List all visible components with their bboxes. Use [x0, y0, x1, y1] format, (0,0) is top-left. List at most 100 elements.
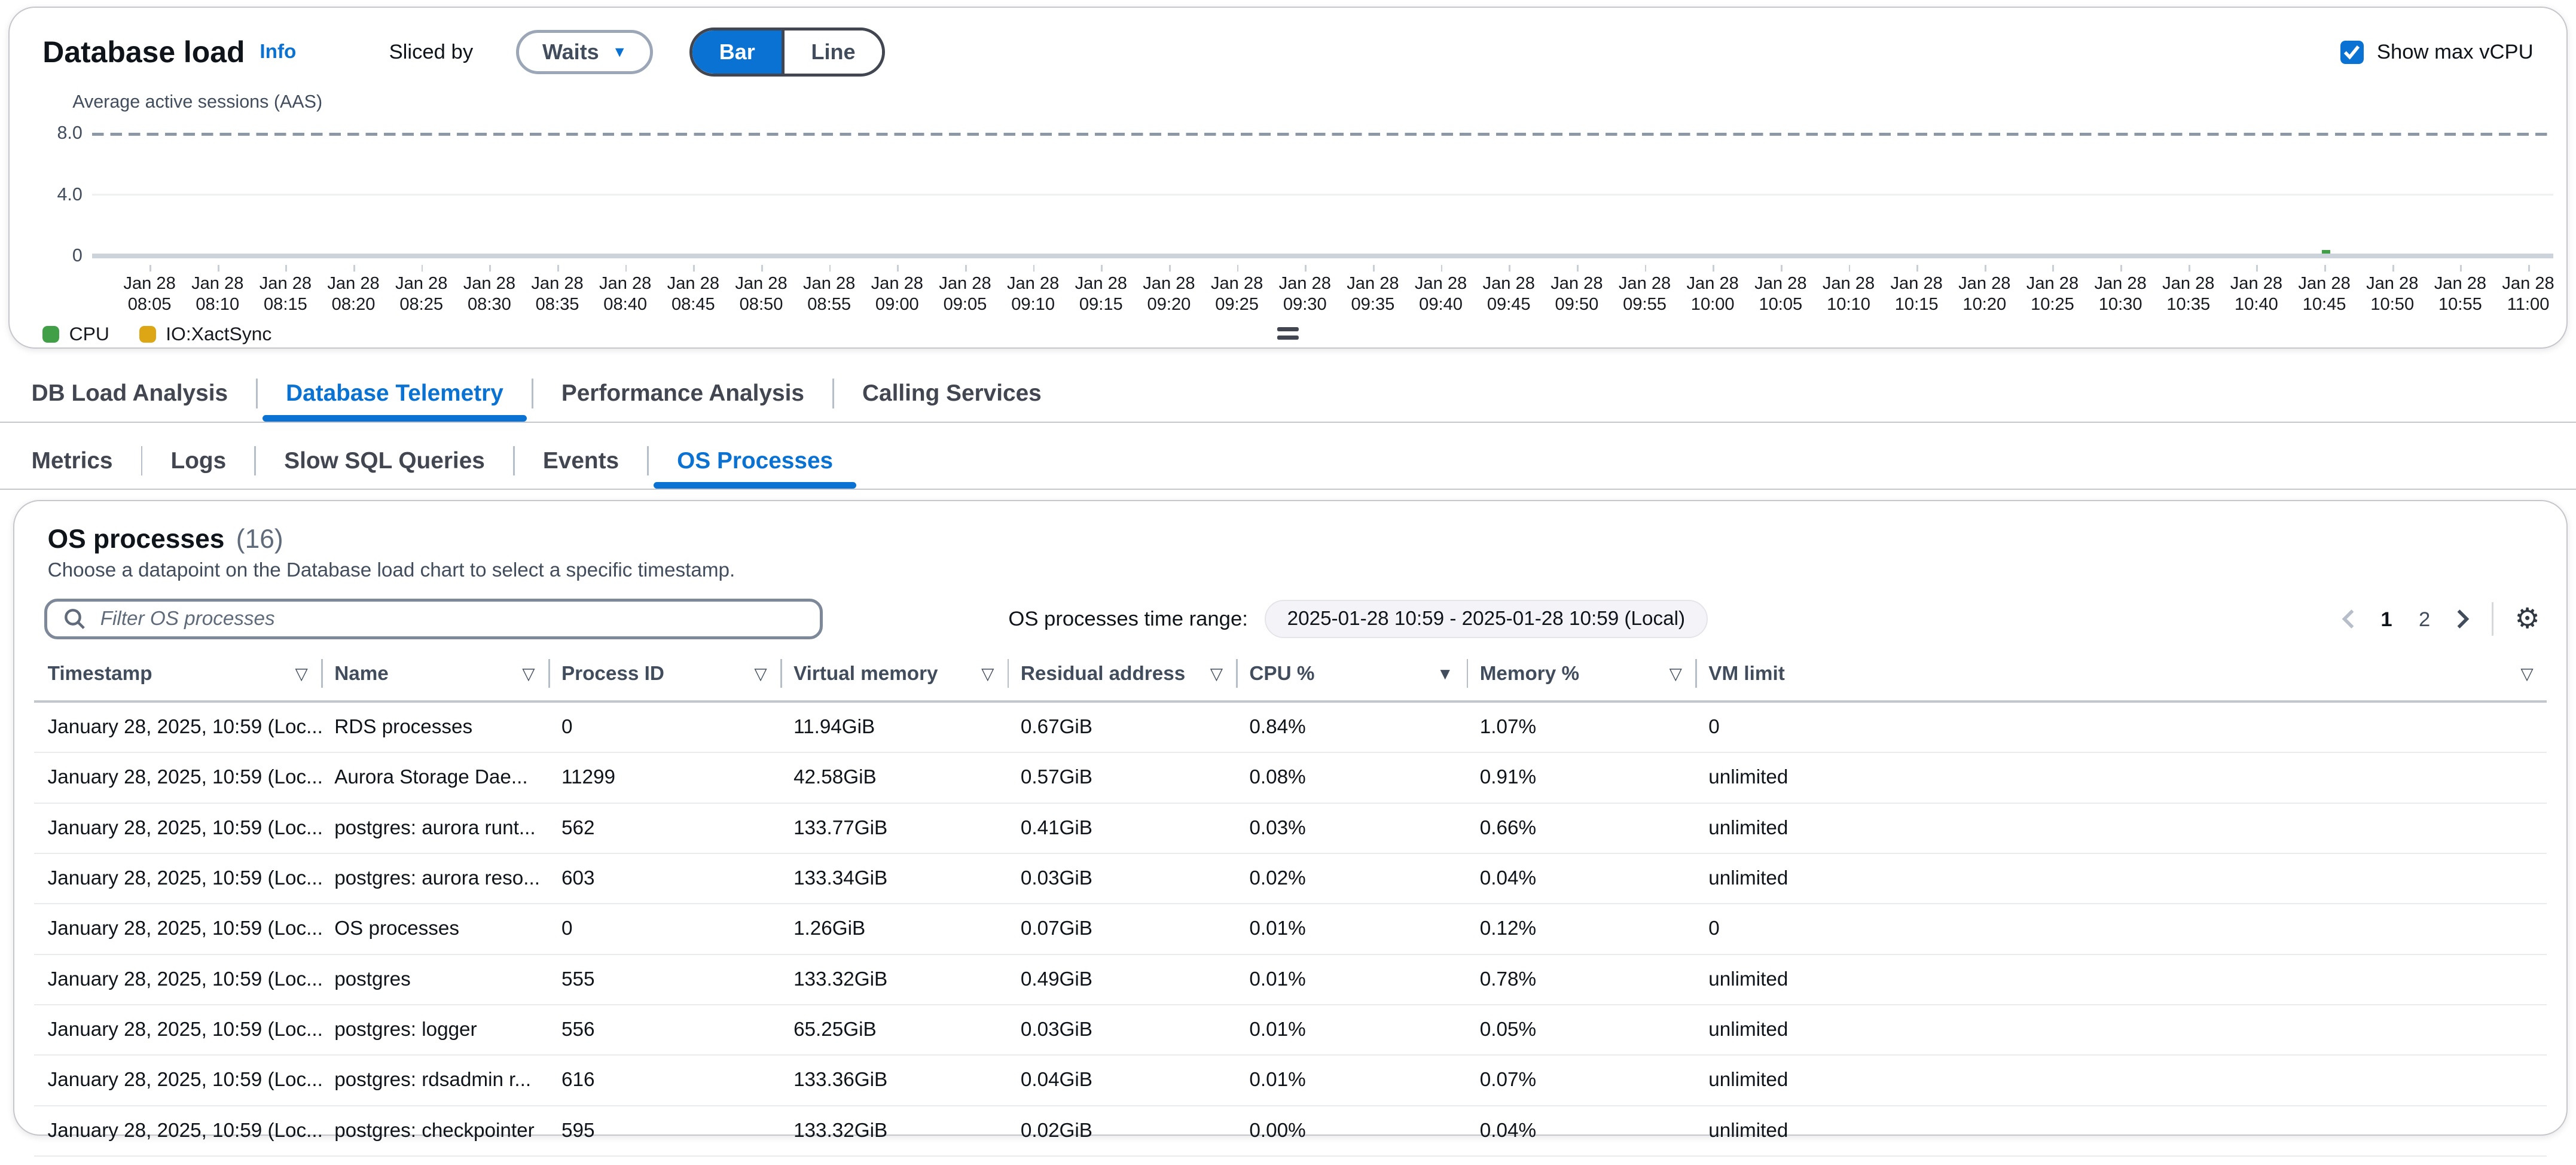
table-cell: 11.94GiB	[780, 702, 1008, 752]
table-row[interactable]: January 28, 2025, 10:59 (Loc...postgres:…	[34, 1106, 2546, 1156]
table-cell: 0.01GiB	[1008, 1156, 1237, 1164]
y-tick-8: 8.0	[10, 123, 83, 144]
table-cell: postgres: backgroun...	[321, 1156, 548, 1164]
table-row[interactable]: January 28, 2025, 10:59 (Loc...postgres5…	[34, 954, 2546, 1005]
resize-handle[interactable]	[1271, 324, 1305, 343]
table-row[interactable]: January 28, 2025, 10:59 (Loc...OS proces…	[34, 904, 2546, 954]
max-vcpu-dashed-line	[92, 133, 2553, 136]
table-cell: 0.05%	[1467, 1005, 1696, 1055]
table-cell: 0.67GiB	[1008, 702, 1237, 752]
table-row[interactable]: January 28, 2025, 10:59 (Loc...RDS proce…	[34, 702, 2546, 752]
subtab-slow-sql-queries[interactable]: Slow SQL Queries	[256, 433, 513, 489]
table-cell: 595	[548, 1106, 780, 1156]
table-cell: 133.32GiB	[780, 1106, 1008, 1156]
show-max-vcpu-label: Show max vCPU	[2377, 41, 2534, 64]
table-cell: Aurora Storage Dae...	[321, 752, 548, 803]
x-tick-label: Jan 2810:55	[2427, 265, 2495, 315]
table-cell: unlimited	[1695, 1005, 2547, 1055]
table-row[interactable]: January 28, 2025, 10:59 (Loc...postgres:…	[34, 803, 2546, 853]
column-filter-icon[interactable]: ▽	[981, 664, 994, 684]
gridline-4	[92, 194, 2553, 196]
column-header-name[interactable]: Name▽	[321, 658, 548, 702]
table-cell: 0.91%	[1467, 752, 1696, 803]
subtab-os-processes[interactable]: OS Processes	[649, 433, 861, 489]
column-header-residual-address[interactable]: Residual address▽	[1008, 658, 1237, 702]
next-page-button[interactable]	[2443, 605, 2482, 633]
column-filter-icon[interactable]: ▽	[2520, 664, 2533, 684]
chart-header: Database load Info Sliced by Waits ▼ Bar…	[10, 8, 2566, 77]
table-cell: unlimited	[1695, 803, 2547, 853]
table-cell: 0.00%	[1236, 1106, 1466, 1156]
page-numbers: 12	[2367, 603, 2443, 635]
time-range-label: OS processes time range:	[1008, 608, 1247, 631]
page-button-1[interactable]: 1	[2367, 605, 2406, 635]
previous-page-button[interactable]	[2329, 605, 2367, 633]
table-cell: 0.04%	[1467, 853, 1696, 904]
telemetry-panel: MetricsLogsSlow SQL QueriesEventsOS Proc…	[0, 433, 2576, 490]
x-tick-label: Jan 2810:20	[1951, 265, 2019, 315]
table-cell: postgres: aurora reso...	[321, 853, 548, 904]
table-row[interactable]: January 28, 2025, 10:59 (Loc...postgres:…	[34, 1055, 2546, 1105]
sliced-by-dropdown[interactable]: Waits ▼	[516, 30, 653, 74]
subtab-events[interactable]: Events	[515, 433, 647, 489]
table-cell: January 28, 2025, 10:59 (Loc...	[34, 1005, 321, 1055]
bar-toggle-button[interactable]: Bar	[692, 31, 782, 74]
column-header-virtual-memory[interactable]: Virtual memory▽	[780, 658, 1008, 702]
filter-input-box[interactable]	[44, 599, 823, 639]
column-header-process-id[interactable]: Process ID▽	[548, 658, 780, 702]
tab-performance-analysis[interactable]: Performance Analysis	[533, 365, 832, 422]
table-row[interactable]: January 28, 2025, 10:59 (Loc...postgres:…	[34, 1156, 2546, 1164]
table-cell: January 28, 2025, 10:59 (Loc...	[34, 954, 321, 1005]
legend-item[interactable]: CPU	[42, 323, 109, 345]
table-cell: 603	[548, 853, 780, 904]
x-tick-label: Jan 2809:45	[1475, 265, 1543, 315]
info-link[interactable]: Info	[260, 41, 296, 63]
cpu-data-bar[interactable]	[2322, 250, 2330, 254]
checkbox-checked-icon[interactable]	[2340, 41, 2364, 64]
y-axis-title: Average active sessions (AAS)	[72, 92, 2566, 112]
table-cell: 0.12%	[1467, 904, 1696, 954]
table-row[interactable]: January 28, 2025, 10:59 (Loc...Aurora St…	[34, 752, 2546, 803]
column-filter-icon[interactable]: ▽	[522, 664, 535, 684]
panel-title: Database load	[42, 35, 245, 69]
x-axis-labels: Jan 2808:05Jan 2808:10Jan 2808:15Jan 280…	[115, 265, 2564, 315]
x-tick-label: Jan 2808:20	[319, 265, 387, 315]
table-row[interactable]: January 28, 2025, 10:59 (Loc...postgres:…	[34, 853, 2546, 904]
x-tick-label: Jan 2808:15	[252, 265, 320, 315]
subtab-metrics[interactable]: Metrics	[4, 433, 141, 489]
column-header-memory-[interactable]: Memory %▽	[1467, 658, 1696, 702]
column-header-timestamp[interactable]: Timestamp▽	[34, 658, 321, 702]
table-cell: postgres: aurora runt...	[321, 803, 548, 853]
os-processes-title: OS processes	[48, 524, 225, 554]
show-max-vcpu-checkbox[interactable]: Show max vCPU	[2340, 41, 2534, 64]
column-header-cpu-[interactable]: CPU %▼	[1236, 658, 1466, 702]
table-cell: 0.41GiB	[1008, 803, 1237, 853]
table-cell: 1.26GiB	[780, 904, 1008, 954]
x-axis-line	[92, 254, 2553, 258]
database-load-chart[interactable]: 8.0 4.0 0	[10, 119, 2557, 265]
table-cell: postgres	[321, 954, 548, 1005]
line-toggle-button[interactable]: Line	[782, 31, 882, 74]
gear-icon[interactable]: ⚙	[2508, 605, 2546, 633]
column-header-vm-limit[interactable]: VM limit▽	[1695, 658, 2547, 702]
legend-item[interactable]: IO:XactSync	[139, 323, 272, 345]
y-tick-4: 4.0	[10, 184, 83, 205]
database-load-panel: Database load Info Sliced by Waits ▼ Bar…	[8, 7, 2568, 349]
column-filter-icon[interactable]: ▽	[1669, 664, 1682, 684]
filter-os-processes-input[interactable]	[97, 606, 803, 632]
column-filter-icon[interactable]: ▽	[1210, 664, 1223, 684]
x-tick-label: Jan 2809:40	[1407, 265, 1475, 315]
tab-database-telemetry[interactable]: Database Telemetry	[258, 365, 532, 422]
x-tick-label: Jan 2808:05	[115, 265, 184, 315]
table-cell: postgres: logger	[321, 1005, 548, 1055]
page-button-2[interactable]: 2	[2406, 605, 2444, 635]
table-row[interactable]: January 28, 2025, 10:59 (Loc...postgres:…	[34, 1005, 2546, 1055]
subtab-logs[interactable]: Logs	[142, 433, 254, 489]
tab-calling-services[interactable]: Calling Services	[834, 365, 1070, 422]
column-filter-icon[interactable]: ▽	[295, 664, 308, 684]
x-tick-label: Jan 2809:55	[1611, 265, 1679, 315]
table-cell: 562	[548, 803, 780, 853]
tab-db-load-analysis[interactable]: DB Load Analysis	[4, 365, 257, 422]
column-filter-icon[interactable]: ▼	[1437, 664, 1453, 684]
column-filter-icon[interactable]: ▽	[754, 664, 767, 684]
